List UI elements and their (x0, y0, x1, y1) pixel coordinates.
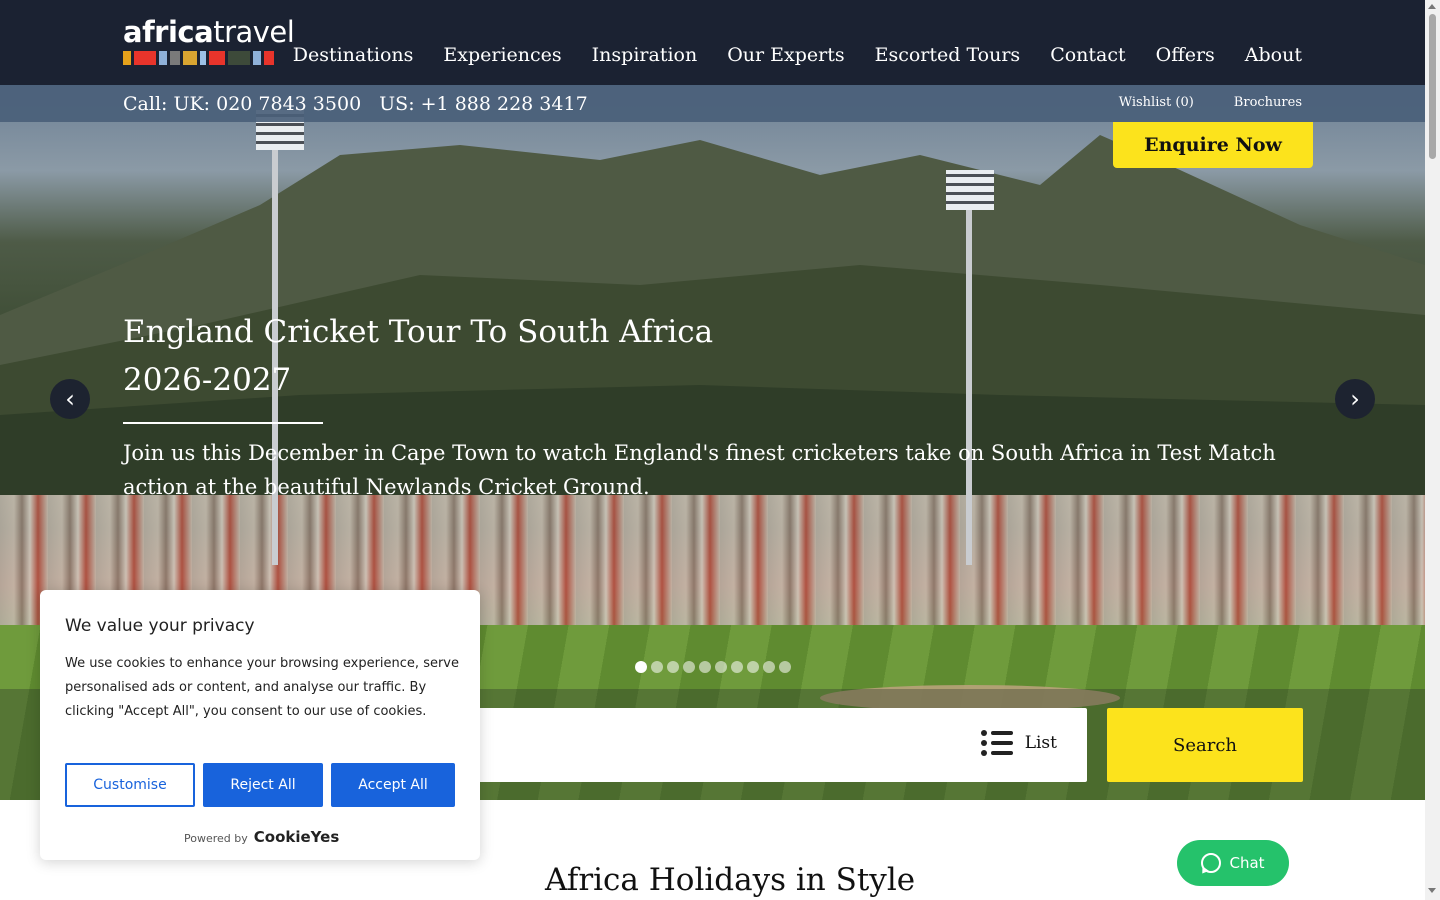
search-button[interactable]: Search (1107, 708, 1303, 782)
slider-next-button[interactable]: › (1335, 379, 1375, 419)
phone-us[interactable]: US: +1 888 228 3417 (379, 93, 587, 115)
logo-bar (183, 51, 197, 65)
slide-description: Join us this December in Cape Town to wa… (123, 441, 1276, 499)
slide-title: England Cricket Tour To South Africa 202… (123, 314, 714, 398)
logo-bar (170, 51, 180, 65)
powered-by-label: Powered by (184, 832, 248, 845)
slider-dot[interactable] (651, 661, 663, 673)
list-label: List (1024, 733, 1057, 753)
scroll-up-icon[interactable] (1428, 4, 1436, 9)
contact-bar: Call: UK: 020 7843 3500 US: +1 888 228 34… (0, 85, 1425, 122)
nav-experiences[interactable]: Experiences (443, 44, 561, 66)
search-input[interactable]: List (460, 708, 1087, 782)
main-nav: Destinations Experiences Inspiration Our… (293, 44, 1302, 66)
cookie-text: We use cookies to enhance your browsing … (65, 656, 459, 719)
phone-numbers: Call: UK: 020 7843 3500 US: +1 888 228 34… (123, 93, 606, 115)
slider-dot[interactable] (731, 661, 743, 673)
list-view-toggle[interactable]: List (980, 728, 1057, 758)
slider-dots (635, 661, 791, 673)
cookie-accept-button[interactable]: Accept All (331, 763, 455, 807)
nav-inspiration[interactable]: Inspiration (592, 44, 698, 66)
floodlight-right (946, 170, 994, 210)
slider-dot[interactable] (699, 661, 711, 673)
cookieyes-logo[interactable]: CookieYes (254, 828, 340, 846)
floodlight-tower-right (966, 195, 972, 565)
nav-escorted-tours[interactable]: Escorted Tours (875, 44, 1021, 66)
logo-bar (159, 51, 167, 65)
chevron-right-icon: › (1350, 385, 1360, 413)
nav-destinations[interactable]: Destinations (293, 44, 414, 66)
wishlist-link[interactable]: Wishlist (0) (1119, 95, 1194, 110)
cookie-customise-button[interactable]: Customise (65, 763, 195, 807)
logo-bar (264, 51, 274, 65)
page-scrollbar[interactable] (1425, 0, 1440, 900)
brochures-link[interactable]: Brochures (1234, 95, 1302, 110)
logo-bar (253, 51, 261, 65)
section-heading: Africa Holidays in Style (545, 862, 916, 898)
slider-dot[interactable] (763, 661, 775, 673)
slider-dot[interactable] (779, 661, 791, 673)
cookie-powered-by: Powered by CookieYes (184, 828, 339, 846)
logo-wordmark: africatravel (123, 15, 295, 49)
nav-about[interactable]: About (1245, 44, 1302, 66)
slide-divider (123, 422, 323, 424)
slider-dot[interactable] (715, 661, 727, 673)
slider-dot[interactable] (747, 661, 759, 673)
site-header: africatravel Destinations Experiences In… (0, 0, 1425, 85)
utility-links: Wishlist (0) Brochures (1119, 95, 1302, 110)
logo-bar (123, 51, 131, 65)
slider-dot[interactable] (683, 661, 695, 673)
chevron-left-icon: ‹ (65, 385, 75, 413)
slider-dot[interactable] (635, 661, 647, 673)
cookie-reject-button[interactable]: Reject All (203, 763, 323, 807)
slider-prev-button[interactable]: ‹ (50, 379, 90, 419)
chat-button[interactable]: Chat (1177, 840, 1289, 886)
logo-bar (228, 51, 250, 65)
cookie-title: We value your privacy (65, 616, 255, 636)
list-icon (980, 728, 1013, 758)
logo-bar (134, 51, 156, 65)
logo-bar (200, 51, 206, 65)
scroll-down-icon[interactable] (1428, 888, 1436, 893)
chat-label: Chat (1229, 854, 1265, 872)
scrollbar-thumb[interactable] (1429, 14, 1436, 159)
whatsapp-icon (1201, 853, 1222, 873)
nav-offers[interactable]: Offers (1156, 44, 1215, 66)
logo-color-bars (123, 51, 298, 65)
logo-bar (209, 51, 225, 65)
phone-uk[interactable]: Call: UK: 020 7843 3500 (123, 93, 361, 115)
nav-our-experts[interactable]: Our Experts (727, 44, 844, 66)
cookie-consent-banner: We value your privacy We use cookies to … (40, 590, 480, 860)
africatravel-logo[interactable]: africatravel (123, 16, 298, 68)
slider-dot[interactable] (667, 661, 679, 673)
enquire-now-button[interactable]: Enquire Now (1113, 122, 1313, 168)
nav-contact[interactable]: Contact (1050, 44, 1125, 66)
